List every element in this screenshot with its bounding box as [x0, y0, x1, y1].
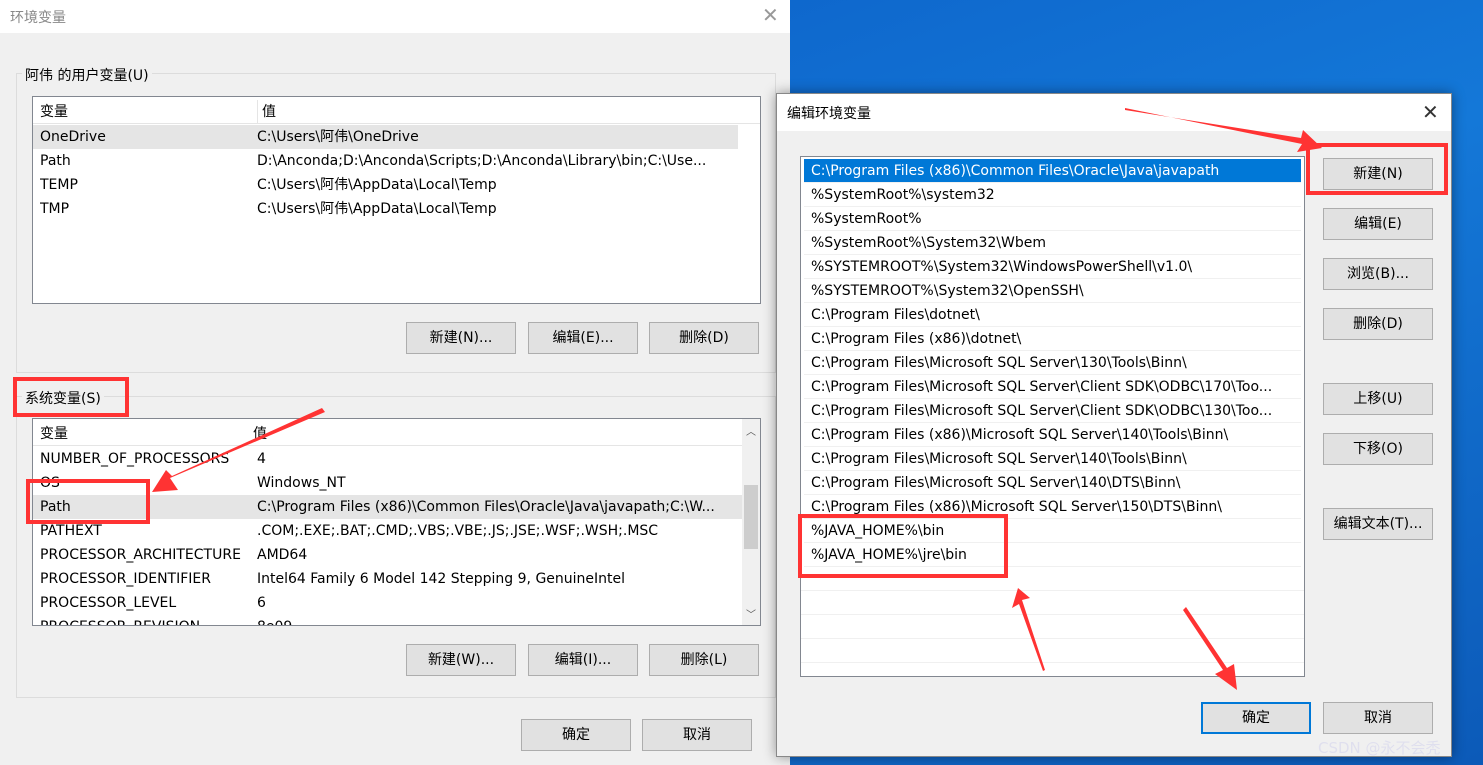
arrow-to-new	[1125, 108, 1322, 152]
arrow-to-path	[152, 408, 325, 492]
highlight-new-button	[1306, 143, 1448, 195]
highlight-system-variables	[13, 377, 129, 417]
arrow-to-java	[1012, 588, 1045, 671]
highlight-path-row	[26, 479, 150, 524]
highlight-java-entries	[798, 514, 1008, 578]
annotations	[13, 108, 1448, 690]
arrow-to-ok	[1183, 607, 1237, 690]
